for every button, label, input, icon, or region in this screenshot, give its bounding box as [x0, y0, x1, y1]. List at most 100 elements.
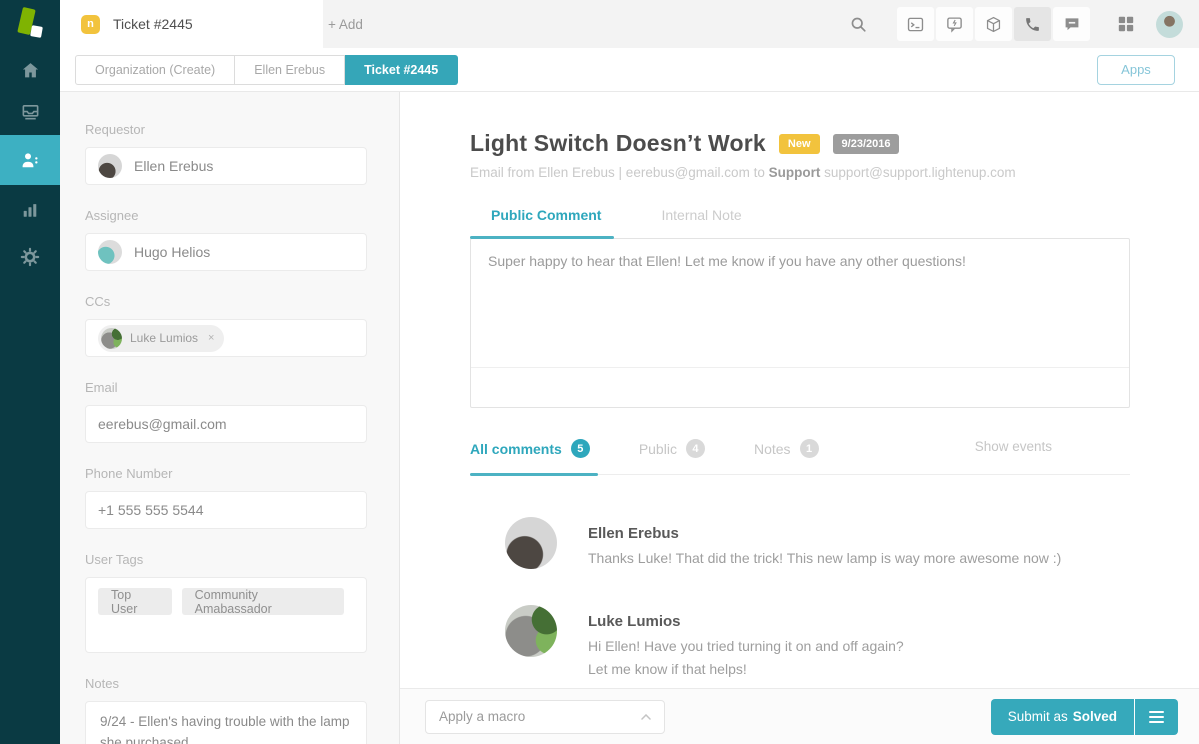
- submit-options-menu-button[interactable]: [1135, 699, 1178, 735]
- requestor-label: Requestor: [85, 122, 367, 137]
- phone-field[interactable]: +1 555 555 5544: [85, 491, 367, 529]
- apply-macro-select[interactable]: Apply a macro: [425, 700, 665, 734]
- sidebar: [0, 0, 60, 744]
- tag-community-ambassador[interactable]: Community Amabassador: [182, 588, 344, 615]
- add-tab-button[interactable]: + Add: [328, 0, 363, 48]
- views-icon: [21, 103, 40, 122]
- apps-button[interactable]: Apps: [1097, 55, 1175, 85]
- package-icon[interactable]: [975, 7, 1012, 41]
- comment-text: Let me know if that helps!: [588, 659, 904, 680]
- tab-all-comments-label: All comments: [470, 441, 562, 457]
- assignee-label: Assignee: [85, 208, 367, 223]
- apply-macro-label: Apply a macro: [439, 709, 525, 724]
- app-logo: [0, 0, 60, 48]
- top-bar: n Ticket #2445 + Add: [60, 0, 1199, 48]
- ccs-field[interactable]: Luke Lumios ×: [85, 319, 367, 357]
- tab-ticket-2445[interactable]: n Ticket #2445: [60, 0, 323, 48]
- settings-icon: [20, 247, 40, 267]
- user-avatar[interactable]: [1156, 11, 1183, 38]
- reply-editor[interactable]: Super happy to hear that Ellen! Let me k…: [470, 238, 1130, 408]
- comment-text: Thanks Luke! That did the trick! This ne…: [588, 548, 1061, 569]
- tab-all-comments[interactable]: All comments 5: [470, 439, 590, 474]
- phone-label: Phone Number: [85, 466, 367, 481]
- console-icon[interactable]: [897, 7, 934, 41]
- cc-chip-luke[interactable]: Luke Lumios ×: [98, 325, 224, 352]
- avatar: [101, 328, 122, 349]
- email-label: Email: [85, 380, 367, 395]
- breadcrumb-ticket-active[interactable]: Ticket #2445: [345, 55, 458, 85]
- user-tags-field[interactable]: Top User Community Amabassador: [85, 577, 367, 653]
- tab-internal-note[interactable]: Internal Note: [661, 207, 741, 238]
- topbar-actions: [850, 0, 1199, 48]
- assignee-field[interactable]: Hugo Helios: [85, 233, 367, 271]
- email-group: Email eerebus@gmail.com: [85, 380, 367, 443]
- date-badge: 9/23/2016: [833, 134, 900, 154]
- sidebar-item-customers[interactable]: [0, 135, 60, 185]
- phone-icon[interactable]: [1014, 7, 1051, 41]
- tab-notes[interactable]: Notes 1: [754, 439, 819, 474]
- sidebar-item-views[interactable]: [0, 90, 60, 134]
- requestor-value: Ellen Erebus: [134, 158, 213, 174]
- assignee-value: Hugo Helios: [134, 244, 210, 260]
- tag-top-user[interactable]: Top User: [98, 588, 172, 615]
- count-badge: 1: [800, 439, 819, 458]
- user-tags-group: User Tags Top User Community Amabassador: [85, 552, 367, 653]
- notes-label: Notes: [85, 676, 367, 691]
- submit-status: Solved: [1073, 709, 1117, 724]
- comment-author: Ellen Erebus: [588, 525, 1061, 542]
- submit-prefix: Submit as: [1008, 709, 1068, 724]
- tab-public-comment[interactable]: Public Comment: [491, 207, 601, 238]
- sidebar-item-home[interactable]: [0, 48, 60, 92]
- avatar: [505, 517, 557, 569]
- ccs-group: CCs Luke Lumios ×: [85, 294, 367, 357]
- apps-grid-icon[interactable]: [1117, 15, 1135, 33]
- ticket-action-bar: Apply a macro Submit as Solved: [400, 688, 1199, 744]
- tab-notes-label: Notes: [754, 441, 791, 457]
- message-bolt-icon[interactable]: [936, 7, 973, 41]
- notes-group: Notes 9/24 - Ellen's having trouble with…: [85, 676, 367, 744]
- logo-white-shape: [30, 25, 43, 38]
- channel-icon-group: [897, 7, 1090, 41]
- remove-cc-icon[interactable]: ×: [208, 332, 214, 344]
- user-tags-label: User Tags: [85, 552, 367, 567]
- comment-text: Hi Ellen! Have you tried turning it on a…: [588, 636, 904, 657]
- app-window: n Ticket #2445 + Add Organization (Creat…: [0, 0, 1199, 744]
- reply-draft-text[interactable]: Super happy to hear that Ellen! Let me k…: [471, 239, 1129, 283]
- ticket-title: Light Switch Doesn’t Work: [470, 130, 766, 157]
- reply-editor-tabs: Public Comment Internal Note: [470, 207, 1130, 238]
- avatar: [505, 605, 557, 657]
- count-badge: 5: [571, 439, 590, 458]
- tab-label: Ticket #2445: [113, 16, 193, 32]
- ticket-title-row: Light Switch Doesn’t Work New 9/23/2016: [470, 130, 1130, 157]
- breadcrumb-ellen-erebus[interactable]: Ellen Erebus: [235, 55, 345, 85]
- ticket-content: Light Switch Doesn’t Work New 9/23/2016 …: [400, 92, 1199, 688]
- tab-public[interactable]: Public 4: [639, 439, 705, 474]
- search-icon[interactable]: [850, 16, 867, 33]
- comment-author: Luke Lumios: [588, 613, 904, 630]
- notes-field[interactable]: 9/24 - Ellen's having trouble with the l…: [85, 701, 367, 744]
- requestor-field[interactable]: Ellen Erebus: [85, 147, 367, 185]
- requestor-group: Requestor Ellen Erebus: [85, 122, 367, 185]
- comment-luke: Luke Lumios Hi Ellen! Have you tried tur…: [470, 605, 1130, 680]
- menu-icon: [1149, 711, 1164, 713]
- sidebar-item-settings[interactable]: [0, 235, 60, 279]
- cc-chip-label: Luke Lumios: [130, 331, 198, 345]
- meta-email: support@support.lightenup.com: [824, 165, 1016, 180]
- user-detail-panel: Requestor Ellen Erebus Assignee Hugo Hel…: [60, 92, 400, 744]
- submit-as-solved-button[interactable]: Submit as Solved: [991, 699, 1134, 735]
- chat-icon[interactable]: [1053, 7, 1090, 41]
- email-field[interactable]: eerebus@gmail.com: [85, 405, 367, 443]
- avatar: [98, 154, 122, 178]
- comments-filter-tabs: All comments 5 Public 4 Notes 1 Show eve…: [470, 439, 1130, 475]
- status-badge-new: New: [779, 134, 820, 154]
- meta-recipient: Support: [769, 165, 821, 180]
- reports-icon: [21, 201, 39, 219]
- submit-button-group: Submit as Solved: [991, 699, 1178, 735]
- sidebar-item-reports[interactable]: [0, 188, 60, 232]
- customers-icon: [20, 150, 40, 170]
- breadcrumb: Organization (Create) Ellen Erebus Ticke…: [60, 48, 1199, 92]
- chevron-up-icon: [641, 714, 651, 720]
- show-events-toggle[interactable]: Show events: [975, 439, 1052, 454]
- breadcrumb-organization[interactable]: Organization (Create): [75, 55, 235, 85]
- avatar: [98, 240, 122, 264]
